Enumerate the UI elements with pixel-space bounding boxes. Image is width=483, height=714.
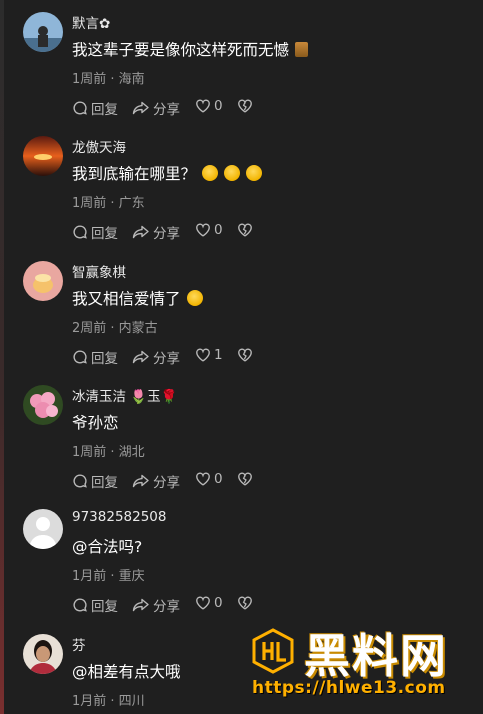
like-count: 1 <box>214 347 223 363</box>
comment-text-content: 我又相信爱情了 <box>72 290 181 308</box>
like-button[interactable]: 0 <box>195 222 223 238</box>
heart-icon <box>196 472 210 486</box>
comment-text: 我到底输在哪里？ <box>72 162 263 184</box>
comment-icon <box>73 350 87 364</box>
avatar[interactable] <box>23 634 63 674</box>
dislike-button[interactable] <box>237 595 256 611</box>
dislike-button[interactable] <box>237 222 256 238</box>
like-count: 0 <box>214 98 223 114</box>
broken-heart-icon <box>238 223 252 237</box>
share-label: 分享 <box>153 351 180 367</box>
comment-text: 我这辈子要是像你这样死而无憾 <box>72 38 309 60</box>
share-label: 分享 <box>153 226 180 242</box>
comment-text: 爷孙恋 <box>72 411 119 433</box>
comment-text-content: @相差有点大哦 <box>72 663 181 681</box>
broken-heart-icon <box>238 472 252 486</box>
comment-meta: 1月前 · 四川 <box>72 694 145 709</box>
avatar[interactable] <box>23 261 63 301</box>
comment-meta: 1月前 · 重庆 <box>72 569 145 584</box>
like-count: 0 <box>214 595 223 611</box>
avatar[interactable] <box>23 12 63 52</box>
dislike-button[interactable] <box>237 471 256 487</box>
reply-label: 回复 <box>91 475 118 491</box>
share-button[interactable]: 分享 <box>132 222 180 242</box>
comment-item: 智赢象棋 我又相信爱情了 2周前 · 内蒙古 回复 分享 1 <box>0 249 483 373</box>
watermark-url: https://hlwe13.com <box>252 678 446 698</box>
comment-text-content: 我到底输在哪里？ <box>72 165 197 183</box>
laugh-emoji-icon <box>202 165 219 181</box>
reply-label: 回复 <box>91 599 118 615</box>
broken-heart-icon <box>238 99 252 113</box>
share-button[interactable]: 分享 <box>132 595 180 615</box>
reply-label: 回复 <box>91 351 118 367</box>
reply-button[interactable]: 回复 <box>72 347 118 367</box>
comment-item: 冰清玉洁 🌷玉🌹 爷孙恋 1周前 · 湖北 回复 分享 0 <box>0 373 483 497</box>
heart-icon <box>196 596 210 610</box>
comment-item: 97382582508 @合法吗? 1月前 · 重庆 回复 分享 0 <box>0 497 483 621</box>
watermark-title: 黑料网 <box>304 629 448 683</box>
reply-button[interactable]: 回复 <box>72 471 118 491</box>
share-icon <box>132 474 149 488</box>
heart-icon <box>196 223 210 237</box>
comment-item: 默言✿ 我这辈子要是像你这样死而无憾 1周前 · 海南 回复 分享 0 <box>0 0 483 124</box>
emoji-icon <box>295 42 309 57</box>
share-icon <box>132 350 149 364</box>
comment-text: @合法吗? <box>72 535 142 557</box>
watermark-logo-icon <box>252 628 294 674</box>
username[interactable]: 默言✿ <box>72 12 110 32</box>
smile-emoji-icon <box>186 290 203 306</box>
share-icon <box>132 598 149 612</box>
username[interactable]: 龙傲天海 <box>72 136 126 156</box>
share-button[interactable]: 分享 <box>132 98 180 118</box>
like-count: 0 <box>214 222 223 238</box>
broken-heart-icon <box>238 596 252 610</box>
username[interactable]: 智赢象棋 <box>72 261 126 281</box>
laugh-emoji-icon <box>224 165 241 181</box>
share-button[interactable]: 分享 <box>132 471 180 491</box>
broken-heart-icon <box>238 348 252 362</box>
reply-label: 回复 <box>91 226 118 242</box>
like-button[interactable]: 1 <box>195 347 223 363</box>
like-button[interactable]: 0 <box>195 471 223 487</box>
share-button[interactable]: 分享 <box>132 347 180 367</box>
reply-button[interactable]: 回复 <box>72 222 118 242</box>
username[interactable]: 芬 <box>72 634 86 654</box>
like-button[interactable]: 0 <box>195 98 223 114</box>
share-label: 分享 <box>153 102 180 118</box>
comment-item: 龙傲天海 我到底输在哪里？ 1周前 · 广东 回复 分享 0 <box>0 124 483 248</box>
heart-icon <box>196 99 210 113</box>
watermark: 黑料网 https://hlwe13.com <box>246 622 483 714</box>
comment-meta: 1周前 · 湖北 <box>72 445 145 460</box>
share-label: 分享 <box>153 599 180 615</box>
username[interactable]: 97382582508 <box>72 509 166 525</box>
share-icon <box>132 225 149 239</box>
laugh-emoji-icon <box>246 165 263 181</box>
comment-meta: 2周前 · 内蒙古 <box>72 321 158 336</box>
like-count: 0 <box>214 471 223 487</box>
comment-meta: 1周前 · 海南 <box>72 72 145 87</box>
like-button[interactable]: 0 <box>195 595 223 611</box>
avatar[interactable] <box>23 509 63 549</box>
username[interactable]: 冰清玉洁 🌷玉🌹 <box>72 385 177 405</box>
comment-meta: 1周前 · 广东 <box>72 196 145 211</box>
comment-text-content: 爷孙恋 <box>72 414 119 432</box>
heart-icon <box>196 348 210 362</box>
reply-label: 回复 <box>91 102 118 118</box>
dislike-button[interactable] <box>237 98 256 114</box>
comment-icon <box>73 225 87 239</box>
avatar[interactable] <box>23 385 63 425</box>
avatar[interactable] <box>23 136 63 176</box>
share-icon <box>132 101 149 115</box>
comment-icon <box>73 598 87 612</box>
share-label: 分享 <box>153 475 180 491</box>
comment-text-content: @合法吗? <box>72 538 143 556</box>
comment-icon <box>73 474 87 488</box>
reply-button[interactable]: 回复 <box>72 595 118 615</box>
comment-text-content: 我这辈子要是像你这样死而无憾 <box>72 41 290 59</box>
reply-button[interactable]: 回复 <box>72 98 118 118</box>
dislike-button[interactable] <box>237 347 256 363</box>
comment-text: 我又相信爱情了 <box>72 287 203 309</box>
comment-icon <box>73 101 87 115</box>
comment-text: @相差有点大哦 <box>72 660 181 682</box>
